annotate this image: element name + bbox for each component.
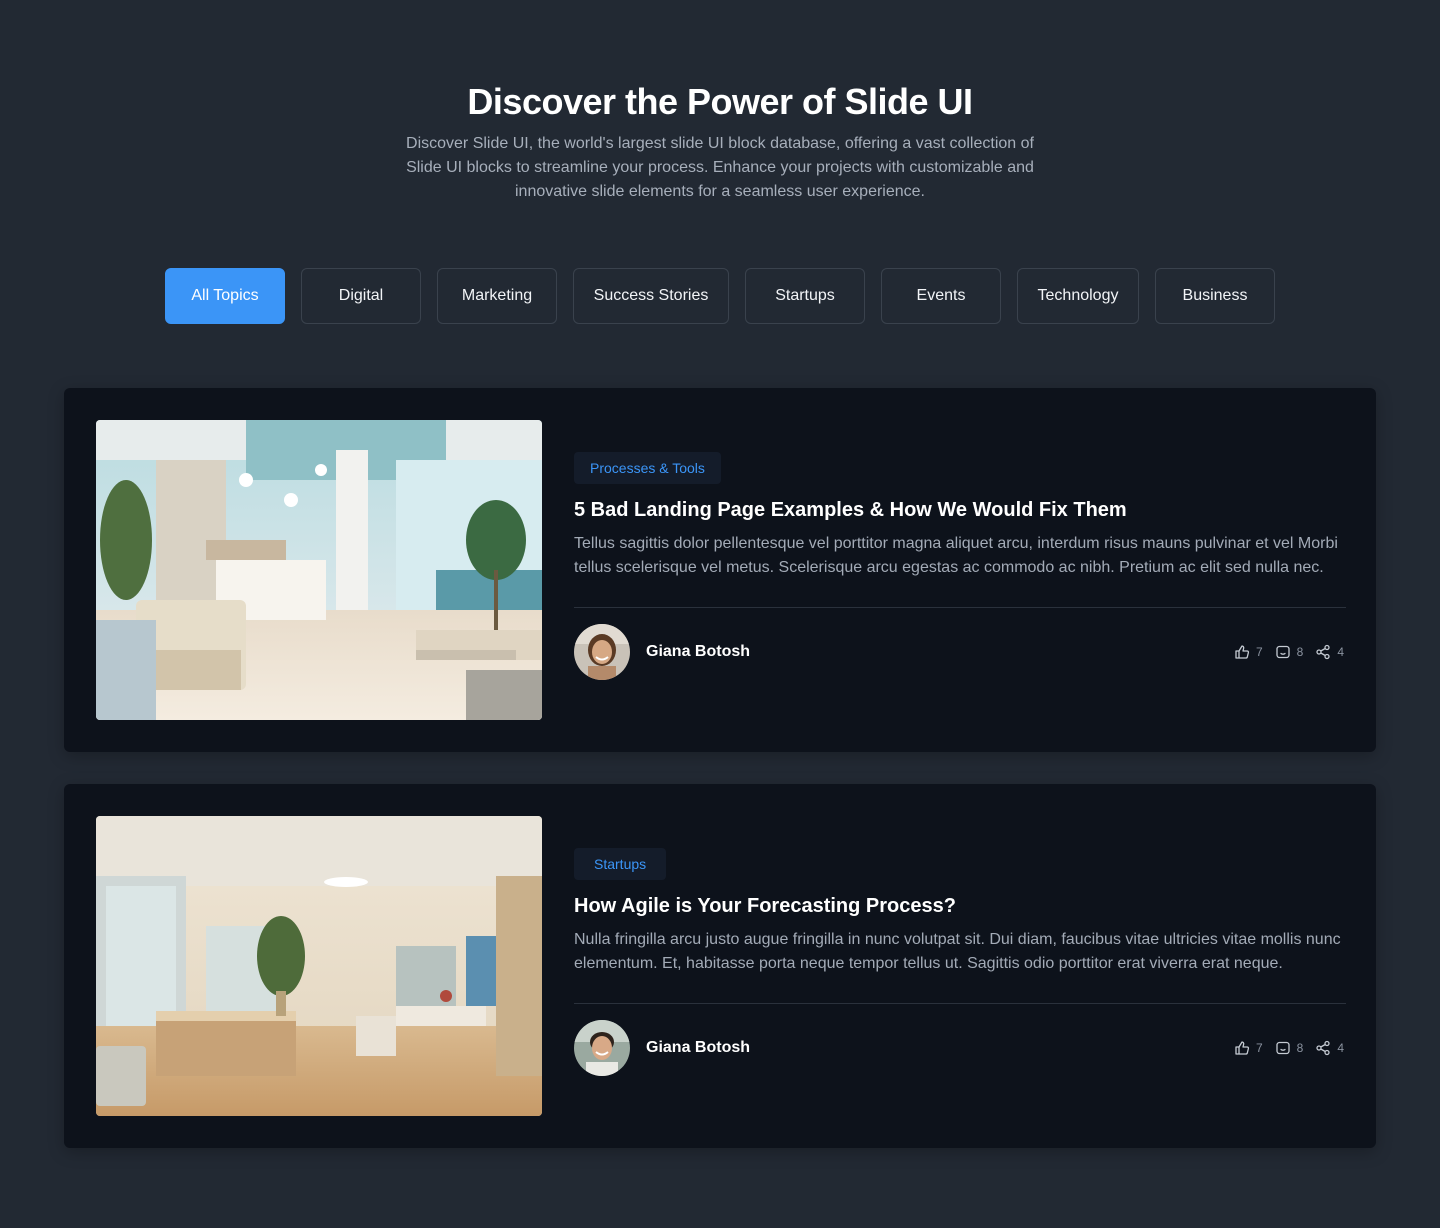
post-title[interactable]: How Agile is Your Forecasting Process?	[574, 892, 1346, 920]
comment-button[interactable]: 8	[1275, 644, 1304, 660]
post-author[interactable]: Giana Botosh	[574, 624, 750, 680]
post-image[interactable]	[96, 420, 542, 720]
filter-technology[interactable]: Technology	[1017, 268, 1139, 324]
blog-post-card[interactable]: Processes & Tools 5 Bad Landing Page Exa…	[64, 388, 1376, 752]
filter-events[interactable]: Events	[881, 268, 1001, 324]
post-category-tag[interactable]: Startups	[574, 848, 667, 880]
share-button[interactable]: 4	[1315, 1040, 1344, 1056]
post-excerpt: Nulla fringilla arcu justo augue fringil…	[574, 931, 1341, 972]
post-stats: 7 8 4	[1234, 642, 1344, 662]
avatar[interactable]	[574, 1020, 630, 1076]
post-stats: 7 8 4	[1234, 1038, 1344, 1058]
share-button[interactable]: 4	[1315, 644, 1344, 660]
author-name[interactable]: Giana Botosh	[646, 643, 750, 661]
thumbs-up-icon	[1235, 645, 1250, 659]
post-title[interactable]: 5 Bad Landing Page Examples & How We Wou…	[574, 496, 1346, 524]
filter-digital[interactable]: Digital	[301, 268, 421, 324]
share-count: 4	[1337, 645, 1344, 659]
avatar[interactable]	[574, 624, 630, 680]
blog-post-card[interactable]: Startups How Agile is Your Forecasting P…	[64, 784, 1376, 1148]
topic-filter-bar: All Topics Digital Marketing Success Sto…	[0, 268, 1440, 324]
like-button[interactable]: 7	[1234, 1040, 1263, 1056]
share-icon	[1316, 1040, 1330, 1056]
post-body: Processes & Tools 5 Bad Landing Page Exa…	[574, 420, 1346, 720]
author-name[interactable]: Giana Botosh	[646, 1039, 750, 1057]
like-button[interactable]: 7	[1234, 644, 1263, 660]
page-title: Discover the Power of Slide UI	[467, 81, 973, 122]
like-count: 7	[1255, 1041, 1263, 1055]
post-body: Startups How Agile is Your Forecasting P…	[574, 816, 1346, 1116]
comment-count: 8	[1296, 1041, 1304, 1055]
divider	[574, 607, 1346, 608]
divider	[574, 1003, 1346, 1004]
filter-success-stories[interactable]: Success Stories	[573, 268, 729, 324]
thumbs-up-icon	[1235, 1041, 1250, 1055]
filter-marketing[interactable]: Marketing	[437, 268, 557, 324]
comment-count: 8	[1296, 645, 1304, 659]
filter-business[interactable]: Business	[1155, 268, 1275, 324]
comment-button[interactable]: 8	[1275, 1040, 1304, 1056]
comment-icon	[1275, 1041, 1290, 1055]
page-description: Discover Slide UI, the world's largest s…	[406, 135, 1034, 200]
share-icon	[1316, 644, 1330, 660]
like-count: 7	[1255, 645, 1263, 659]
filter-startups[interactable]: Startups	[745, 268, 865, 324]
post-excerpt: Tellus sagittis dolor pellentesque vel p…	[574, 535, 1338, 576]
filter-all-topics[interactable]: All Topics	[165, 268, 285, 324]
share-count: 4	[1337, 1041, 1344, 1055]
post-category-tag[interactable]: Processes & Tools	[574, 452, 721, 484]
post-image[interactable]	[96, 816, 542, 1116]
comment-icon	[1275, 645, 1290, 659]
post-author[interactable]: Giana Botosh	[574, 1020, 750, 1076]
